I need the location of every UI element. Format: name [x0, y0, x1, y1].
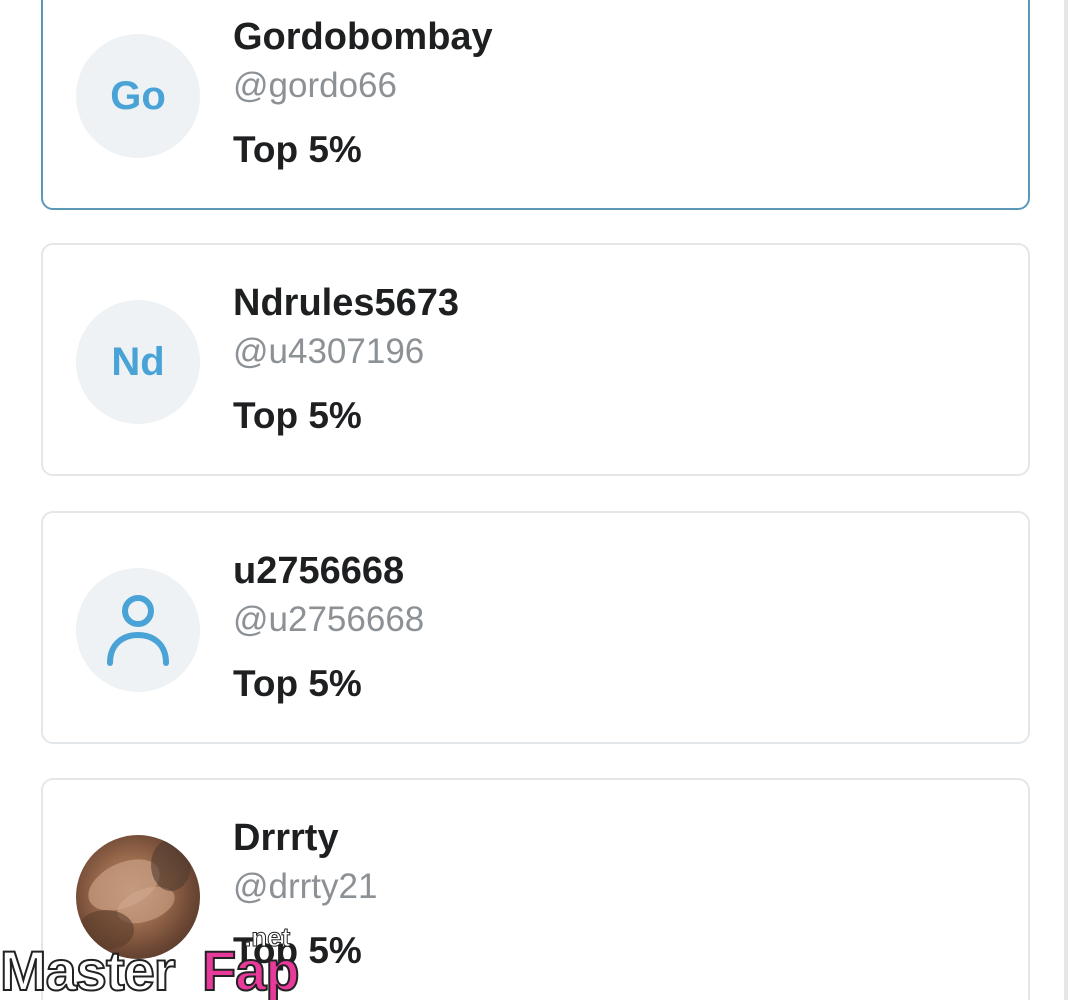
scrollbar-track-line[interactable]: [1064, 0, 1068, 1000]
user-name[interactable]: Drrrty: [233, 817, 339, 860]
photo-image: [78, 839, 191, 950]
person-icon: [107, 595, 169, 666]
avatar: Go: [76, 34, 200, 158]
user-card[interactable]: u2756668 @u2756668 Top 5%: [41, 511, 1030, 744]
user-rank: Top 5%: [233, 930, 362, 971]
avatar: [76, 568, 200, 692]
user-handle: @u2756668: [233, 600, 425, 639]
user-handle: @u4307196: [233, 332, 425, 371]
user-card[interactable]: Nd Ndrules5673 @u4307196 Top 5%: [41, 243, 1030, 476]
user-card[interactable]: Drrrty @drrty21 Top 5%: [41, 778, 1030, 1000]
user-rank: Top 5%: [233, 663, 362, 704]
avatar-initials: Nd: [111, 339, 165, 384]
user-name[interactable]: Gordobombay: [233, 16, 493, 59]
user-handle: @drrty21: [233, 867, 378, 906]
user-list-page: Go Gordobombay @gordo66 Top 5% Nd Ndrule…: [0, 0, 1074, 1000]
avatar: Nd: [76, 300, 200, 424]
user-rank: Top 5%: [233, 395, 362, 436]
avatar-initials: Go: [110, 73, 166, 118]
user-rank: Top 5%: [233, 129, 362, 170]
avatar-photo: [76, 835, 200, 959]
scrollbar[interactable]: [1060, 0, 1074, 1000]
user-name[interactable]: Ndrules5673: [233, 282, 459, 325]
user-card[interactable]: Go Gordobombay @gordo66 Top 5%: [41, 0, 1030, 210]
user-handle: @gordo66: [233, 66, 397, 105]
user-name[interactable]: u2756668: [233, 550, 404, 593]
